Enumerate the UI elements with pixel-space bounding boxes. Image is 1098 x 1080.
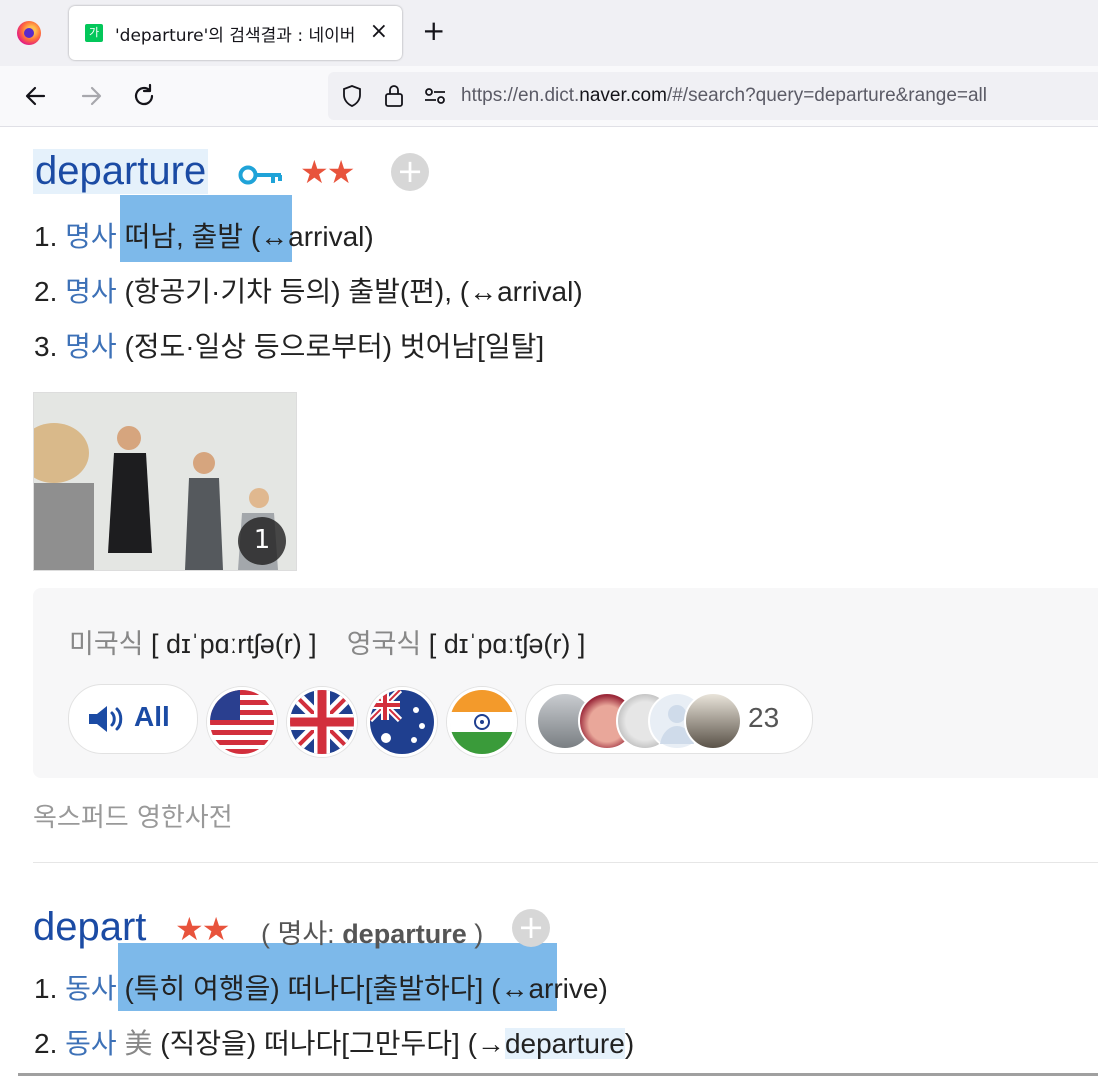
- url-text[interactable]: https://en.dict.naver.com/#/search?query…: [461, 85, 987, 107]
- importance-stars: ★★: [300, 153, 355, 191]
- reload-icon[interactable]: [130, 82, 158, 110]
- us-label: 미국식: [69, 629, 144, 659]
- play-all-label: All: [134, 701, 170, 732]
- firefox-logo-icon[interactable]: [17, 21, 41, 45]
- pronunciation-panel: 미국식 [ dɪˈpɑːrtʃə(r) ] 영국식 [ dɪˈpɑːtʃə(r)…: [33, 588, 1098, 778]
- india-flag-icon[interactable]: [447, 687, 517, 757]
- new-tab-button[interactable]: +: [422, 16, 445, 46]
- pos-noun: 명사: [65, 221, 117, 252]
- url-bar[interactable]: https://en.dict.naver.com/#/search?query…: [328, 72, 1098, 120]
- naver-favicon-icon: 가: [85, 24, 103, 42]
- add-wordbook-button[interactable]: +: [512, 909, 550, 947]
- tab-title: 'departure'의 검색결과 : 네이버: [115, 26, 356, 46]
- headword-departure[interactable]: departure: [33, 149, 209, 194]
- us-ipa: [ dɪˈpɑːrtʃə(r) ]: [151, 629, 317, 659]
- importance-stars: ★★: [175, 910, 230, 948]
- user-avatar: [684, 692, 742, 750]
- image-count-badge: 1: [238, 517, 286, 565]
- play-all-button[interactable]: All: [68, 684, 198, 754]
- definition-2: 2. 명사 (항공기·기차 등의) 출발(편), (↔arrival): [34, 276, 583, 307]
- uk-ipa: [ dɪˈpɑːtʃə(r) ]: [428, 629, 586, 659]
- definition-1: 1. 명사 떠남, 출발 (↔arrival): [34, 221, 374, 252]
- dictionary-source[interactable]: 옥스퍼드 영한사전: [33, 797, 233, 834]
- related-form: ( 명사: departure ): [261, 919, 484, 949]
- speaker-icon: [89, 706, 123, 732]
- headword-depart[interactable]: depart: [33, 905, 146, 950]
- us-flag-icon[interactable]: [207, 687, 277, 757]
- bottom-border: [18, 1073, 1098, 1076]
- user-recording-count: 23: [748, 702, 780, 733]
- example-image[interactable]: 1: [33, 392, 297, 571]
- australia-flag-icon[interactable]: [367, 687, 437, 757]
- navigation-toolbar: https://en.dict.naver.com/#/search?query…: [0, 66, 1098, 127]
- definition-3: 3. 명사 (정도·일상 등으로부터) 벗어남[일탈]: [34, 331, 545, 362]
- shield-icon[interactable]: [340, 84, 364, 108]
- tab-close-icon[interactable]: ×: [370, 19, 388, 44]
- permissions-icon[interactable]: [423, 84, 447, 108]
- key-icon: [238, 165, 282, 185]
- entry-divider: [33, 862, 1098, 863]
- pos-noun: 명사: [65, 276, 117, 307]
- definition-2: 2. 동사 美 (직장을) 떠나다[그만두다] (→departure): [34, 1028, 635, 1059]
- forward-arrow-icon[interactable]: [77, 82, 105, 110]
- tab-strip: 가 'departure'의 검색결과 : 네이버 × +: [0, 0, 1098, 66]
- pronunciation-line: 미국식 [ dɪˈpɑːrtʃə(r) ] 영국식 [ dɪˈpɑːtʃə(r)…: [69, 622, 585, 661]
- related-word-link[interactable]: departure: [342, 919, 467, 949]
- pos-verb: 동사: [65, 973, 117, 1004]
- pos-verb: 동사: [65, 1028, 117, 1059]
- lock-icon[interactable]: [382, 83, 406, 109]
- dictionary-content: departure ★★ + 1. 명사 떠남, 출발 (↔arrival) 2…: [0, 127, 1098, 1080]
- back-arrow-icon[interactable]: [22, 82, 50, 110]
- pos-noun: 명사: [65, 331, 117, 362]
- definition-1: 1. 동사 (특히 여행을) 떠나다[출발하다] (↔arrive): [34, 973, 608, 1004]
- uk-flag-icon[interactable]: [287, 687, 357, 757]
- add-wordbook-button[interactable]: +: [391, 153, 429, 191]
- region-label: 美: [116, 1028, 153, 1059]
- cross-reference-link[interactable]: departure: [504, 1028, 625, 1059]
- user-recordings-button[interactable]: 23: [525, 684, 813, 754]
- uk-label: 영국식: [346, 629, 422, 659]
- active-tab[interactable]: 가 'departure'의 검색결과 : 네이버 ×: [69, 6, 402, 60]
